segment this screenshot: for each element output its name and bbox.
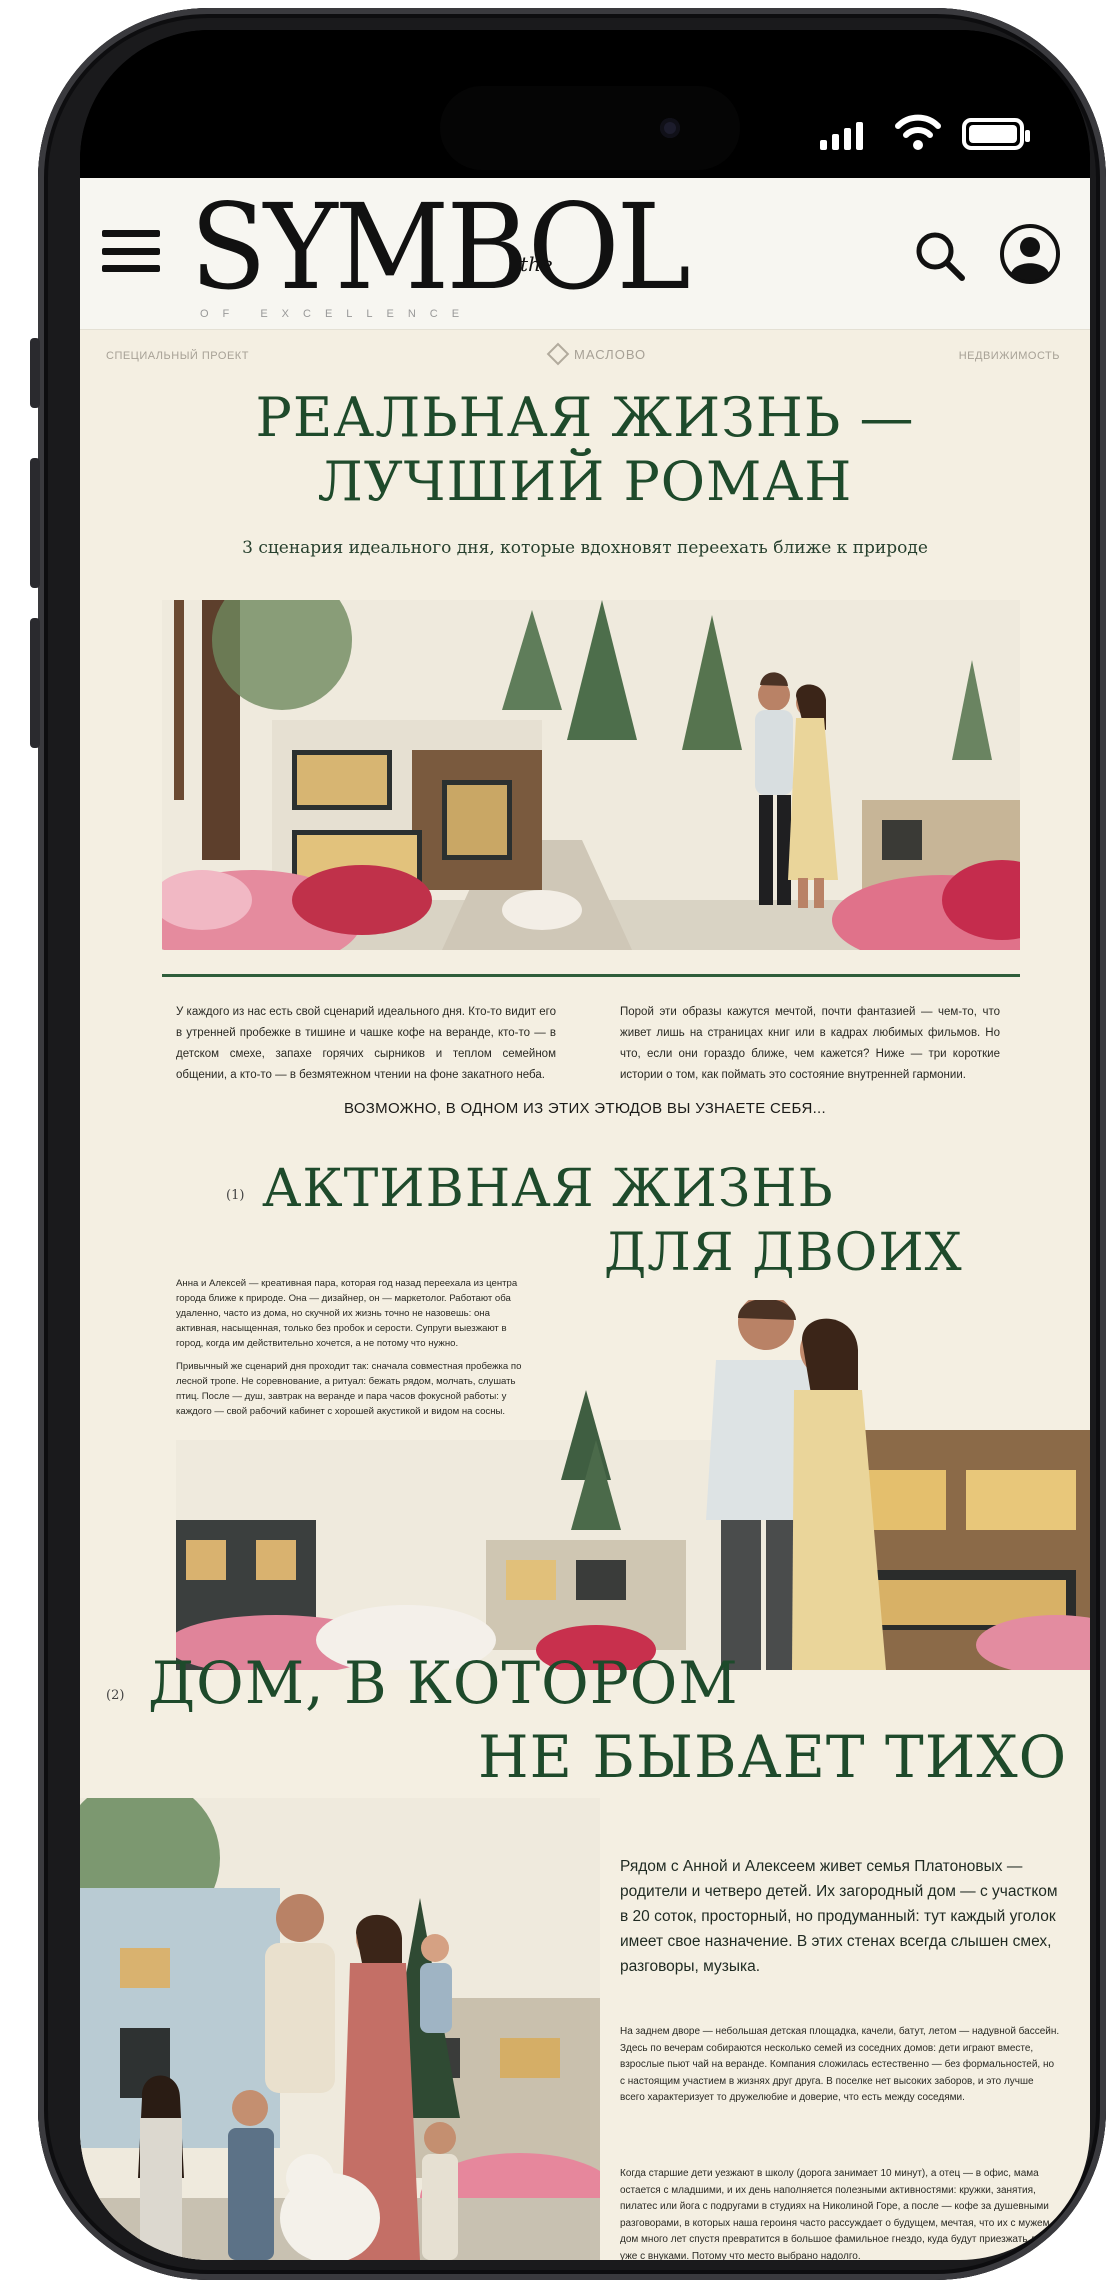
cellular-signal-icon [820,122,863,150]
wifi-icon [895,114,941,150]
partner-brand-name: МАСЛОВО [574,346,647,362]
volume-down-button [30,618,40,748]
article-title: РЕАЛЬНАЯ ЖИЗНЬ — ЛУЧШИЙ РОМАН [80,386,1090,514]
section-2-illustration [80,1798,600,2260]
article-subtitle: 3 сценария идеального дня, которые вдохн… [242,538,928,558]
partner-brand: МАСЛОВО [546,342,647,366]
volume-up-button [30,458,40,588]
section-lead-in: ВОЗМОЖНО, В ОДНОМ ИЗ ЭТИХ ЭТЮДОВ ВЫ УЗНА… [344,1100,826,1117]
section-1-title-line-2: ДЛЯ ДВОИХ [604,1223,963,1283]
section-2-paragraph-2: Когда старшие дети уезжают в школу (доро… [620,2168,1052,2260]
section-1-title-line-1: АКТИВНАЯ ЖИЗНЬ [262,1159,834,1219]
category-label[interactable]: НЕДВИЖИМОСТЬ [959,350,1060,362]
status-bar [80,30,1090,180]
site-header: SYMBOL the OF EXCELLENCE [80,178,1090,330]
phone-screen: SYMBOL the OF EXCELLENCE СПЕЦИАЛЬНЫЙ ПРО… [80,30,1090,2260]
search-icon[interactable] [912,228,968,284]
section-2-title-line-1: ДОМ, В КОТОРОМ [148,1649,739,1717]
title-line-2: ЛУЧШИЙ РОМАН [317,450,853,513]
logo-the: the [520,252,553,276]
section-2-paragraph-1: На заднем дворе — небольшая детская площ… [620,2026,1060,2103]
section-2-number: (2) [106,1688,125,1703]
section-1-number: (1) [226,1188,245,1203]
hero-illustration [162,600,1020,950]
section-2-title-line-2: НЕ БЫВАЕТ ТИХО [478,1723,1068,1791]
section-1-paragraph-2: Привычный же сценарий дня проходит так: … [176,1361,522,1417]
battery-icon [962,118,1030,150]
project-label[interactable]: СПЕЦИАЛЬНЫЙ ПРОЕКТ [106,350,249,362]
section-1-text: Анна и Алексей — креативная пара, котора… [176,1276,524,1419]
article-meta: СПЕЦИАЛЬНЫЙ ПРОЕКТ МАСЛОВО НЕДВИЖИМОСТЬ [80,342,1090,370]
intro-paragraph-left: У каждого из нас есть свой сценарий идеа… [176,1006,556,1081]
action-button [30,338,40,408]
site-logo[interactable]: SYMBOL [190,185,691,311]
camera-icon [660,118,680,138]
section-2-lead: Рядом с Анной и Алексеем живет семья Пла… [620,1858,1058,1975]
hamburger-menu-icon[interactable] [102,230,160,272]
dynamic-island [440,86,740,170]
user-account-icon[interactable] [998,222,1062,286]
intro-paragraph-right: Порой эти образы кажутся мечтой, почти ф… [620,1006,1000,1081]
section-1-paragraph-1: Анна и Алексей — креативная пара, котора… [176,1278,518,1349]
logo-tagline: OF EXCELLENCE [200,308,474,320]
hero-divider [162,974,1020,977]
partner-logo-icon [546,342,570,366]
article-page: СПЕЦИАЛЬНЫЙ ПРОЕКТ МАСЛОВО НЕДВИЖИМОСТЬ … [80,330,1090,2260]
title-line-1: РЕАЛЬНАЯ ЖИЗНЬ — [255,386,915,449]
